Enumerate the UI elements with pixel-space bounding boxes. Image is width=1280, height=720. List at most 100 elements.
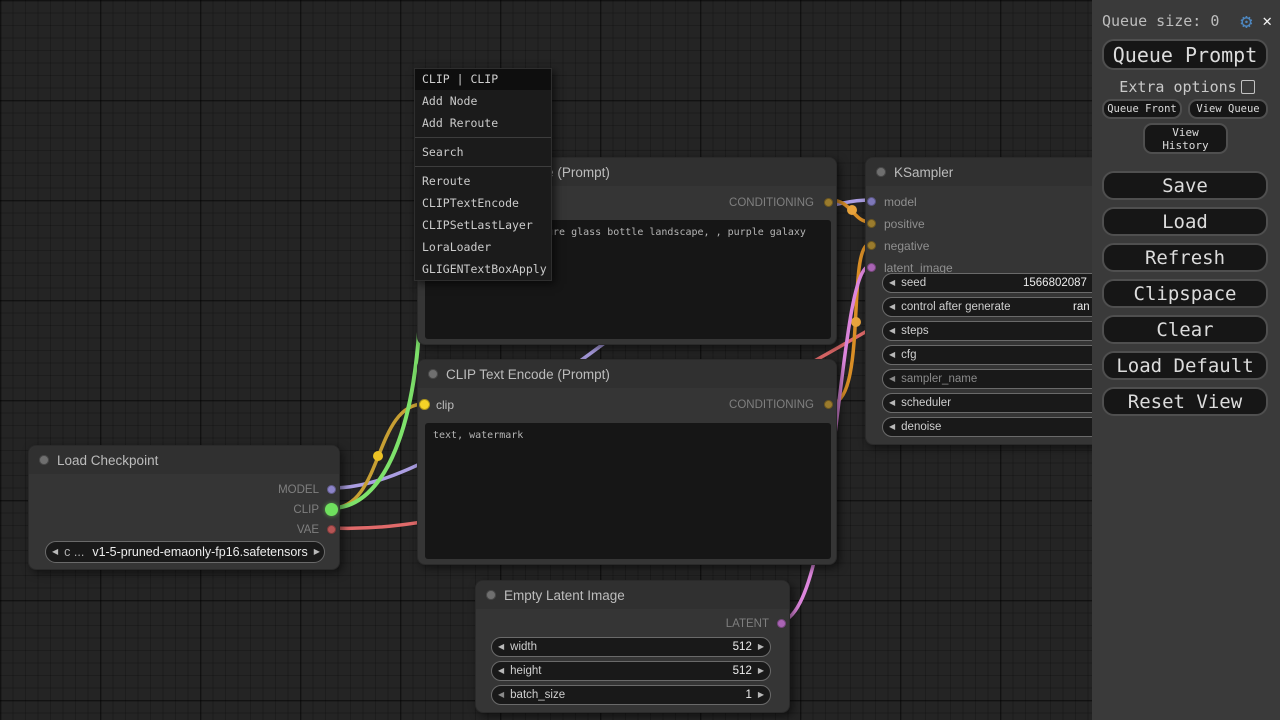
close-icon[interactable]: ✕	[1262, 13, 1272, 29]
view-history-button[interactable]: View History	[1143, 123, 1228, 154]
prev-arrow-icon[interactable]: ◀	[46, 543, 64, 561]
menu-item-add-reroute[interactable]: Add Reroute	[415, 112, 551, 134]
decrement-arrow-icon[interactable]: ◀	[883, 322, 901, 340]
increment-arrow-icon[interactable]: ▶	[752, 662, 770, 680]
batch-size-widget[interactable]: ◀ batch_size 1 ▶	[491, 685, 771, 705]
menu-item-reroute[interactable]: Reroute	[415, 170, 551, 192]
decrement-arrow-icon[interactable]: ◀	[883, 274, 901, 292]
menu-item-cliptextencode[interactable]: CLIPTextEncode	[415, 192, 551, 214]
node-title-bar[interactable]: Empty Latent Image	[476, 581, 789, 609]
save-button[interactable]: Save	[1102, 171, 1268, 200]
extra-options-label: Extra options	[1119, 78, 1236, 96]
decrement-arrow-icon[interactable]: ◀	[883, 298, 901, 316]
menu-item-clipsetlastlayer[interactable]: CLIPSetLastLayer	[415, 214, 551, 236]
vae-output-port[interactable]	[327, 525, 336, 534]
widget-label: height	[510, 665, 541, 677]
positive-input-port[interactable]	[867, 219, 876, 228]
input-label-clip: clip	[436, 399, 454, 411]
negative-input-port[interactable]	[867, 241, 876, 250]
node-title: Empty Latent Image	[504, 588, 625, 603]
decrement-arrow-icon[interactable]: ◀	[883, 370, 901, 388]
menu-item-add-node[interactable]: Add Node	[415, 90, 551, 112]
widget-value: v1-5-pruned-emaonly-fp16.safetensors	[92, 545, 307, 559]
decrement-arrow-icon[interactable]: ◀	[883, 346, 901, 364]
context-menu-title: CLIP | CLIP	[415, 69, 551, 90]
widget-label: cfg	[901, 349, 916, 361]
decrement-arrow-icon[interactable]: ◀	[883, 394, 901, 412]
conditioning-output-port[interactable]	[824, 198, 833, 207]
prompt-textarea[interactable]: text, watermark	[425, 423, 831, 559]
clip-input-port[interactable]	[419, 399, 430, 410]
widget-value: ran	[1073, 298, 1090, 316]
model-input-port[interactable]	[867, 197, 876, 206]
queue-front-label: Queue Front	[1107, 103, 1177, 115]
output-label-model: MODEL	[278, 484, 319, 496]
clear-label: Clear	[1156, 319, 1213, 341]
input-label-model: model	[884, 196, 917, 208]
collapse-dot-icon[interactable]	[428, 369, 438, 379]
increment-arrow-icon[interactable]: ▶	[752, 686, 770, 704]
model-output-port[interactable]	[327, 485, 336, 494]
load-button[interactable]: Load	[1102, 207, 1268, 236]
prompt-text: ture glass bottle landscape, , purple ga…	[541, 227, 806, 238]
clipspace-label: Clipspace	[1134, 283, 1237, 305]
clear-button[interactable]: Clear	[1102, 315, 1268, 344]
load-default-button[interactable]: Load Default	[1102, 351, 1268, 380]
width-widget[interactable]: ◀ width 512 ▶	[491, 637, 771, 657]
prompt-text: text, watermark	[433, 430, 523, 441]
node-empty-latent-image[interactable]: Empty Latent Image LATENT ◀ width 512 ▶ …	[475, 580, 790, 713]
latent-output-port[interactable]	[777, 619, 786, 628]
widget-value: 512	[733, 665, 752, 677]
context-menu: CLIP | CLIP Add Node Add Reroute Search …	[414, 68, 552, 281]
next-arrow-icon[interactable]: ▶	[308, 543, 325, 561]
widget-label: width	[510, 641, 537, 653]
menu-item-loraloader[interactable]: LoraLoader	[415, 236, 551, 258]
reset-view-button[interactable]: Reset View	[1102, 387, 1268, 416]
node-load-checkpoint[interactable]: Load Checkpoint MODEL CLIP VAE ◀ c ... v…	[28, 445, 340, 570]
queue-prompt-label: Queue Prompt	[1113, 43, 1258, 67]
collapse-dot-icon[interactable]	[39, 455, 49, 465]
node-title: CLIP Text Encode (Prompt)	[446, 367, 610, 382]
clipspace-button[interactable]: Clipspace	[1102, 279, 1268, 308]
menu-item-search[interactable]: Search	[415, 141, 551, 163]
widget-label: sampler_name	[901, 373, 977, 385]
queue-prompt-button[interactable]: Queue Prompt	[1102, 39, 1268, 70]
output-label-latent: LATENT	[726, 618, 769, 630]
refresh-button[interactable]: Refresh	[1102, 243, 1268, 272]
latent-image-input-port[interactable]	[867, 263, 876, 272]
input-label-positive: positive	[884, 218, 925, 230]
refresh-label: Refresh	[1145, 247, 1225, 269]
settings-gear-icon[interactable]: ⚙	[1240, 11, 1252, 31]
collapse-dot-icon[interactable]	[486, 590, 496, 600]
node-title-bar[interactable]: CLIP Text Encode (Prompt)	[418, 360, 836, 388]
output-label-vae: VAE	[297, 524, 319, 536]
height-widget[interactable]: ◀ height 512 ▶	[491, 661, 771, 681]
ckpt-name-widget[interactable]: ◀ c ... v1-5-pruned-emaonly-fp16.safeten…	[45, 541, 325, 563]
load-default-label: Load Default	[1116, 355, 1253, 377]
view-history-label: View	[1172, 126, 1199, 139]
save-label: Save	[1162, 175, 1208, 197]
node-title-bar[interactable]: Load Checkpoint	[29, 446, 339, 474]
view-queue-button[interactable]: View Queue	[1188, 99, 1268, 119]
output-label-conditioning: CONDITIONING	[729, 197, 814, 209]
output-label-conditioning: CONDITIONING	[729, 399, 814, 411]
increment-arrow-icon[interactable]: ▶	[752, 638, 770, 656]
decrement-arrow-icon[interactable]: ◀	[492, 686, 510, 704]
node-clip-text-encode-negative[interactable]: CLIP Text Encode (Prompt) clip CONDITION…	[417, 359, 837, 565]
decrement-arrow-icon[interactable]: ◀	[492, 638, 510, 656]
menu-item-gligentextboxapply[interactable]: GLIGENTextBoxApply	[415, 258, 551, 280]
load-label: Load	[1162, 211, 1208, 233]
clip-output-port[interactable]	[325, 503, 338, 516]
queue-front-button[interactable]: Queue Front	[1102, 99, 1182, 119]
comfy-menu-panel: Queue size: 0 ⚙ ✕ Queue Prompt Extra opt…	[1092, 0, 1280, 720]
decrement-arrow-icon[interactable]: ◀	[883, 418, 901, 436]
widget-label: steps	[901, 325, 929, 337]
collapse-dot-icon[interactable]	[876, 167, 886, 177]
queue-size-label: Queue size: 0	[1102, 12, 1219, 30]
extra-options-checkbox[interactable]	[1241, 80, 1255, 94]
widget-label: control after generate	[901, 301, 1010, 313]
conditioning-output-port[interactable]	[824, 400, 833, 409]
widget-label: scheduler	[901, 397, 951, 409]
view-history-label: History	[1162, 139, 1208, 152]
decrement-arrow-icon[interactable]: ◀	[492, 662, 510, 680]
